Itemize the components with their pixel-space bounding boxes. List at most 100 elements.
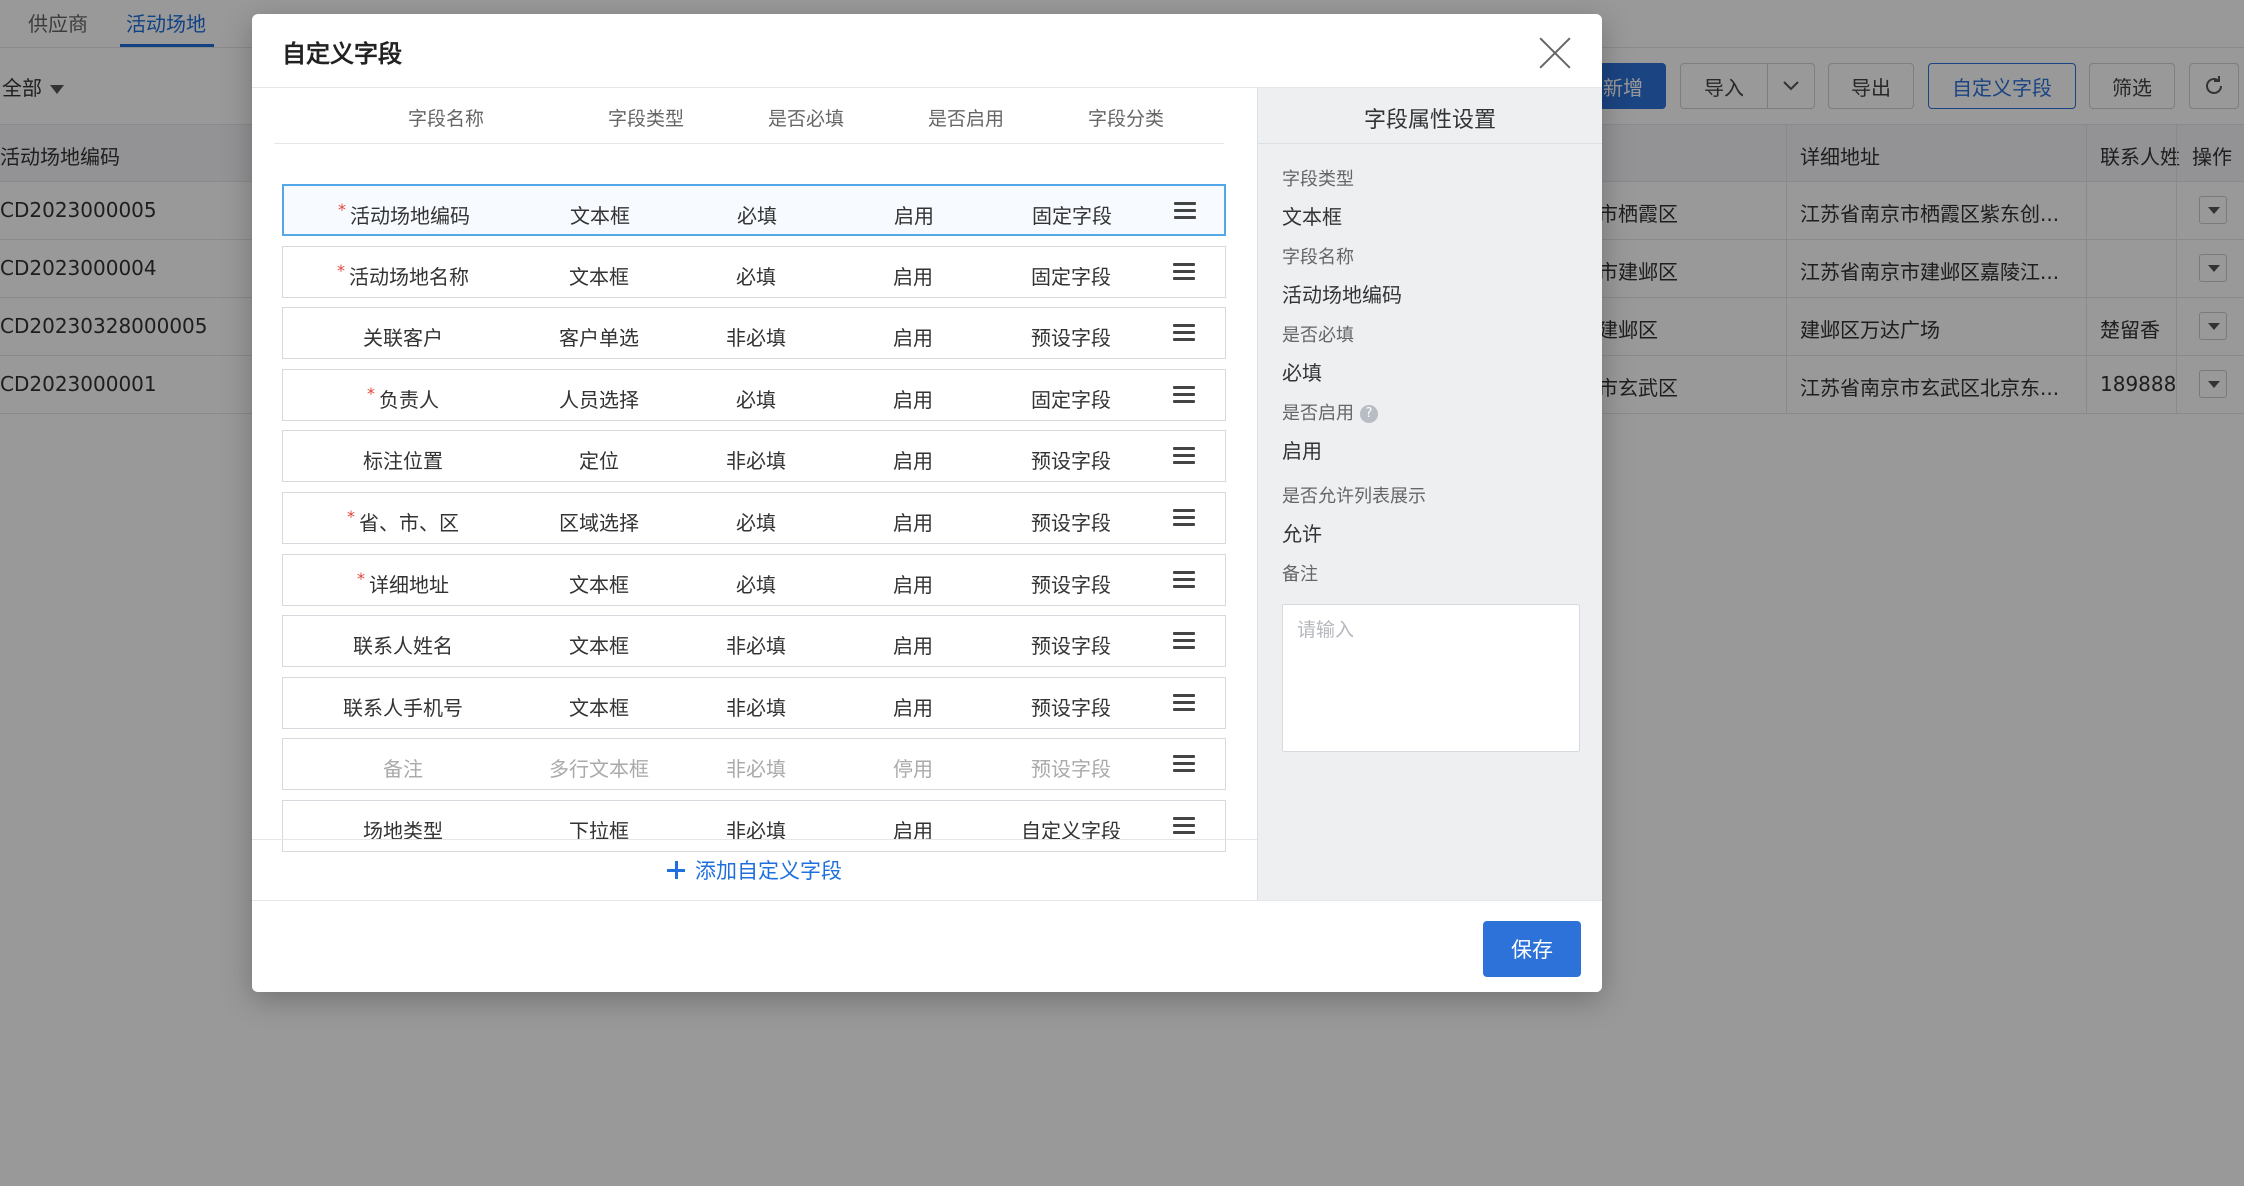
property-value: 活动场地编码 bbox=[1282, 283, 1402, 307]
cell-text: 非必填 bbox=[726, 695, 786, 720]
cell-text: 预设字段 bbox=[1031, 511, 1111, 535]
cell-text: 文本框 bbox=[569, 572, 629, 597]
field-name-cell: 标注位置 bbox=[363, 445, 443, 474]
field-required-cell: 必填 bbox=[736, 384, 776, 413]
drag-handle-icon[interactable] bbox=[1173, 817, 1195, 835]
cell-text: 必填 bbox=[736, 387, 776, 412]
drag-handle-bar bbox=[1173, 385, 1195, 389]
property-label: 是否启用? bbox=[1282, 399, 1378, 425]
field-row[interactable]: * 活动场地名称 文本框 必填 启用 固定字段 bbox=[282, 245, 1226, 298]
cell-text: 固定字段 bbox=[1031, 387, 1111, 412]
cell-text: 启用 bbox=[893, 387, 933, 412]
dialog-footer: 保存 bbox=[252, 900, 1602, 992]
cell-text: 客户单选 bbox=[559, 326, 639, 351]
cell-text: 预设字段 bbox=[1031, 449, 1111, 474]
drag-handle-icon[interactable] bbox=[1173, 324, 1195, 342]
drag-handle-bar bbox=[1173, 338, 1195, 342]
drag-handle-icon[interactable] bbox=[1173, 632, 1195, 650]
property-field-type: 字段类型 文本框 bbox=[1282, 165, 1354, 230]
field-type-cell: 区域选择 bbox=[559, 507, 639, 536]
cell-text: 预设字段 bbox=[1031, 572, 1111, 597]
field-row[interactable]: * 负责人 人员选择 必填 启用 固定字段 bbox=[282, 368, 1226, 421]
field-row[interactable]: 联系人手机号 文本框 非必填 启用 预设字段 bbox=[282, 676, 1226, 729]
property-field-name: 字段名称 活动场地编码 bbox=[1282, 243, 1402, 308]
field-category-cell: 预设字段 bbox=[1031, 322, 1111, 351]
field-row[interactable]: * 详细地址 文本框 必填 启用 预设字段 bbox=[282, 553, 1226, 606]
drag-handle-bar bbox=[1174, 209, 1196, 212]
drag-handle-bar bbox=[1173, 516, 1195, 519]
property-label: 是否允许列表展示 bbox=[1282, 486, 1426, 507]
field-required-cell: 非必填 bbox=[726, 445, 786, 474]
cell-text: 固定字段 bbox=[1032, 204, 1112, 228]
cell-text: 文本框 bbox=[569, 264, 629, 289]
field-enabled-cell: 启用 bbox=[893, 384, 933, 413]
drag-handle-bar bbox=[1173, 755, 1195, 759]
field-category-cell: 预设字段 bbox=[1031, 569, 1111, 598]
property-label: 备注 bbox=[1282, 564, 1318, 585]
remark-input[interactable] bbox=[1282, 604, 1580, 752]
field-category-cell: 固定字段 bbox=[1032, 200, 1112, 229]
required-star-icon: * bbox=[347, 507, 355, 526]
drag-handle-bar bbox=[1173, 577, 1195, 581]
property-required: 是否必填 必填 bbox=[1282, 321, 1354, 386]
column-header: 字段名称 bbox=[407, 108, 485, 130]
drag-handle-icon[interactable] bbox=[1173, 447, 1195, 465]
cell-text: 启用 bbox=[893, 326, 933, 351]
field-category-cell: 固定字段 bbox=[1031, 261, 1111, 290]
field-type-cell: 定位 bbox=[579, 445, 619, 474]
drag-handle-bar bbox=[1173, 707, 1195, 711]
cell-text: 文本框 bbox=[570, 204, 630, 228]
drag-handle-icon[interactable] bbox=[1174, 202, 1196, 220]
field-enabled-cell: 停用 bbox=[893, 753, 933, 782]
close-icon[interactable] bbox=[1538, 36, 1572, 70]
field-row[interactable]: * 活动场地编码 文本框 必填 启用 固定字段 bbox=[282, 184, 1226, 236]
drag-handle-icon[interactable] bbox=[1173, 570, 1195, 589]
field-name-cell: 联系人姓名 bbox=[353, 630, 453, 659]
field-row[interactable]: * 省、市、区 区域选择 必填 启用 预设字段 bbox=[282, 492, 1226, 544]
field-enabled-cell: 启用 bbox=[893, 322, 933, 351]
property-value: 文本框 bbox=[1282, 205, 1342, 229]
field-name-cell: * 活动场地编码 bbox=[338, 200, 470, 229]
save-button[interactable]: 保存 bbox=[1483, 921, 1581, 977]
property-label: 字段名称 bbox=[1282, 247, 1354, 268]
cell-text: 文本框 bbox=[569, 695, 629, 720]
field-name-cell: 备注 bbox=[383, 753, 423, 782]
drag-handle-icon[interactable] bbox=[1173, 262, 1195, 281]
column-header: 字段类型 bbox=[607, 108, 685, 130]
drag-handle-icon[interactable] bbox=[1173, 385, 1195, 404]
field-enabled-cell: 启用 bbox=[893, 445, 933, 474]
drag-handle-bar bbox=[1173, 570, 1195, 574]
cell-text: 省、市、区 bbox=[359, 511, 459, 535]
cell-text: 预设字段 bbox=[1031, 634, 1111, 659]
field-row[interactable]: 标注位置 定位 非必填 启用 预设字段 bbox=[282, 430, 1226, 483]
field-row[interactable]: 联系人姓名 文本框 非必填 启用 预设字段 bbox=[282, 615, 1226, 668]
field-required-cell: 必填 bbox=[737, 200, 777, 229]
field-type-cell: 文本框 bbox=[570, 200, 630, 229]
drag-handle-bar bbox=[1173, 392, 1195, 396]
cell-text: 关联客户 bbox=[363, 326, 443, 351]
drag-handle-bar bbox=[1173, 646, 1195, 650]
drag-handle-bar bbox=[1173, 523, 1195, 526]
field-row[interactable]: 备注 多行文本框 非必填 停用 预设字段 bbox=[282, 738, 1226, 791]
cell-text: 联系人手机号 bbox=[343, 695, 463, 720]
property-remark: 备注 bbox=[1282, 560, 1318, 586]
cell-text: 固定字段 bbox=[1031, 264, 1111, 289]
property-list-display: 是否允许列表展示 允许 bbox=[1282, 482, 1426, 547]
cell-text: 必填 bbox=[736, 572, 776, 597]
required-star-icon: * bbox=[367, 383, 375, 403]
field-category-cell: 预设字段 bbox=[1031, 445, 1111, 474]
cell-text: 启用 bbox=[894, 204, 934, 228]
required-star-icon: * bbox=[357, 568, 365, 588]
drag-handle-bar bbox=[1173, 461, 1195, 465]
property-label: 是否必填 bbox=[1282, 325, 1354, 346]
field-type-cell: 文本框 bbox=[569, 630, 629, 659]
field-properties-pane: 字段属性设置 字段类型 文本框 字段名称 活动场地编码 是否必填 必填 是否启用… bbox=[1257, 88, 1602, 900]
add-custom-field-button[interactable]: 添加自定义字段 bbox=[252, 839, 1257, 900]
drag-handle-bar bbox=[1173, 399, 1195, 403]
drag-handle-icon[interactable] bbox=[1173, 755, 1195, 773]
field-row[interactable]: 关联客户 客户单选 非必填 启用 预设字段 bbox=[282, 307, 1226, 360]
drag-handle-icon[interactable] bbox=[1173, 693, 1195, 712]
help-icon[interactable]: ? bbox=[1360, 405, 1378, 423]
drag-handle-icon[interactable] bbox=[1173, 509, 1195, 527]
column-header: 是否必填 bbox=[767, 108, 845, 130]
